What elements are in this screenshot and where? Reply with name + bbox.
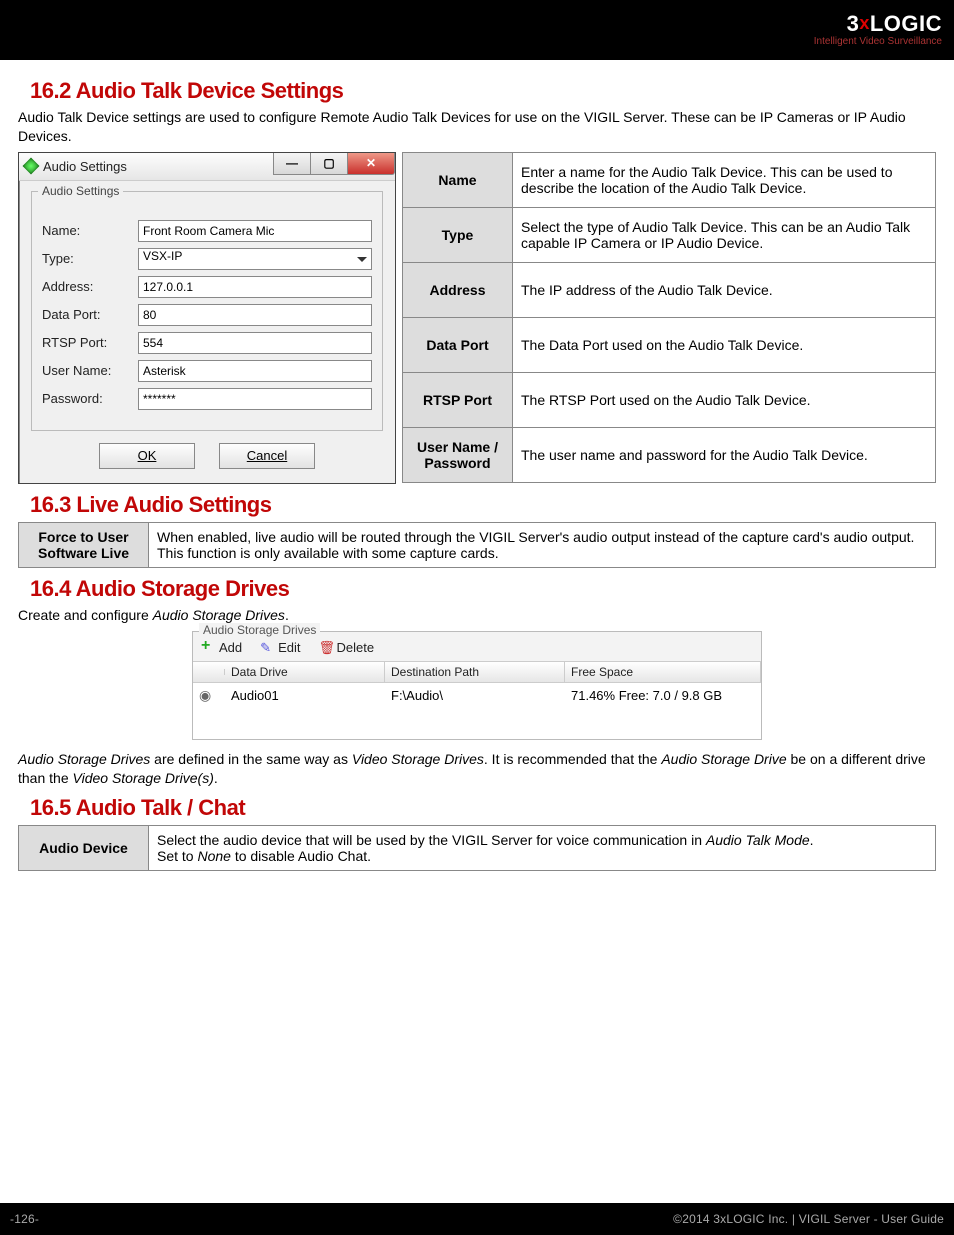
term-force-live: Force to User Software Live [19,522,149,567]
intro-16-4: Create and configure Audio Storage Drive… [18,606,936,625]
dialog-titlebar: Audio Settings — ▢ ✕ [19,153,395,181]
label-username: User Name: [42,363,138,378]
brand-logo: 3xLOGIC Intelligent Video Surveillance [814,13,942,47]
desc-force-live: When enabled, live audio will be routed … [149,522,936,567]
logo-text-x: x [859,13,870,33]
input-dataport[interactable] [138,304,372,326]
term-dataport: Data Port [403,317,513,372]
ok-button[interactable]: OK [99,443,195,469]
footer-text: ©2014 3xLOGIC Inc. | VIGIL Server - User… [673,1212,944,1226]
desc-address: The IP address of the Audio Talk Device. [513,262,936,317]
term-audio-device: Audio Device [19,826,149,871]
desc-type: Select the type of Audio Talk Device. Th… [513,207,936,262]
group-legend: Audio Settings [38,184,123,198]
definitions-16-3: Force to User Software Live When enabled… [18,522,936,568]
outro-16-4: Audio Storage Drives are defined in the … [18,750,936,788]
logo-subtitle: Intelligent Video Surveillance [814,37,942,47]
edit-icon: ✎ [260,640,274,654]
add-button[interactable]: +Add [201,640,242,655]
intro-16-2: Audio Talk Device settings are used to c… [18,108,936,146]
audio-storage-panel: Audio Storage Drives +Add ✎Edit 🗑Delete … [192,631,762,740]
cell-drive: Audio01 [225,688,385,703]
logo-text-3: 3 [847,11,860,36]
definitions-16-5: Audio Device Select the audio device tha… [18,825,936,871]
term-type: Type [403,207,513,262]
trash-icon: 🗑 [319,640,333,654]
heading-16-5: 16.5 Audio Talk / Chat [30,795,936,821]
input-name[interactable] [138,220,372,242]
select-type[interactable]: VSX-IP [138,248,372,270]
cell-free: 71.46% Free: 7.0 / 9.8 GB [565,688,761,703]
minimize-button[interactable]: — [273,153,311,175]
asd-columns: Data Drive Destination Path Free Space [193,661,761,683]
input-username[interactable] [138,360,372,382]
drive-icon: ◉ [193,687,225,704]
page-content: 16.2 Audio Talk Device Settings Audio Ta… [0,60,954,1203]
input-address[interactable] [138,276,372,298]
label-name: Name: [42,223,138,238]
desc-name: Enter a name for the Audio Talk Device. … [513,152,936,207]
desc-userpass: The user name and password for the Audio… [513,427,936,482]
label-password: Password: [42,391,138,406]
input-rtspport[interactable] [138,332,372,354]
col-drive: Data Drive [225,662,385,682]
cell-path: F:\Audio\ [385,688,565,703]
col-path: Destination Path [385,662,565,682]
page-number: -126- [10,1212,39,1226]
close-button[interactable]: ✕ [347,153,395,175]
dialog-title: Audio Settings [43,159,127,174]
heading-16-3: 16.3 Live Audio Settings [30,492,936,518]
desc-rtspport: The RTSP Port used on the Audio Talk Dev… [513,372,936,427]
desc-audio-device: Select the audio device that will be use… [149,826,936,871]
maximize-button[interactable]: ▢ [310,153,348,175]
edit-button[interactable]: ✎Edit [260,640,300,655]
term-name: Name [403,152,513,207]
heading-16-4: 16.4 Audio Storage Drives [30,576,936,602]
delete-button[interactable]: 🗑Delete [319,640,375,655]
term-userpass: User Name / Password [403,427,513,482]
plus-icon: + [201,640,215,654]
cancel-button[interactable]: Cancel [219,443,315,469]
label-rtspport: RTSP Port: [42,335,138,350]
header-bar: 3xLOGIC Intelligent Video Surveillance [0,0,954,60]
heading-16-2: 16.2 Audio Talk Device Settings [30,78,936,104]
page-footer: -126- ©2014 3xLOGIC Inc. | VIGIL Server … [0,1203,954,1235]
audio-settings-group: Audio Settings Name: Type: VSX-IP Addres… [31,191,383,431]
logo-text-logic: LOGIC [870,11,942,36]
term-rtspport: RTSP Port [403,372,513,427]
asd-row[interactable]: ◉ Audio01 F:\Audio\ 71.46% Free: 7.0 / 9… [193,683,761,708]
desc-dataport: The Data Port used on the Audio Talk Dev… [513,317,936,372]
label-type: Type: [42,251,138,266]
col-free: Free Space [565,662,761,682]
asd-group-title: Audio Storage Drives [199,623,320,637]
app-icon [23,158,40,175]
label-dataport: Data Port: [42,307,138,322]
input-password[interactable] [138,388,372,410]
term-address: Address [403,262,513,317]
label-address: Address: [42,279,138,294]
audio-settings-dialog: Audio Settings — ▢ ✕ Audio Settings Name… [18,152,396,484]
col-icon [193,669,225,675]
definitions-16-2: NameEnter a name for the Audio Talk Devi… [402,152,936,483]
